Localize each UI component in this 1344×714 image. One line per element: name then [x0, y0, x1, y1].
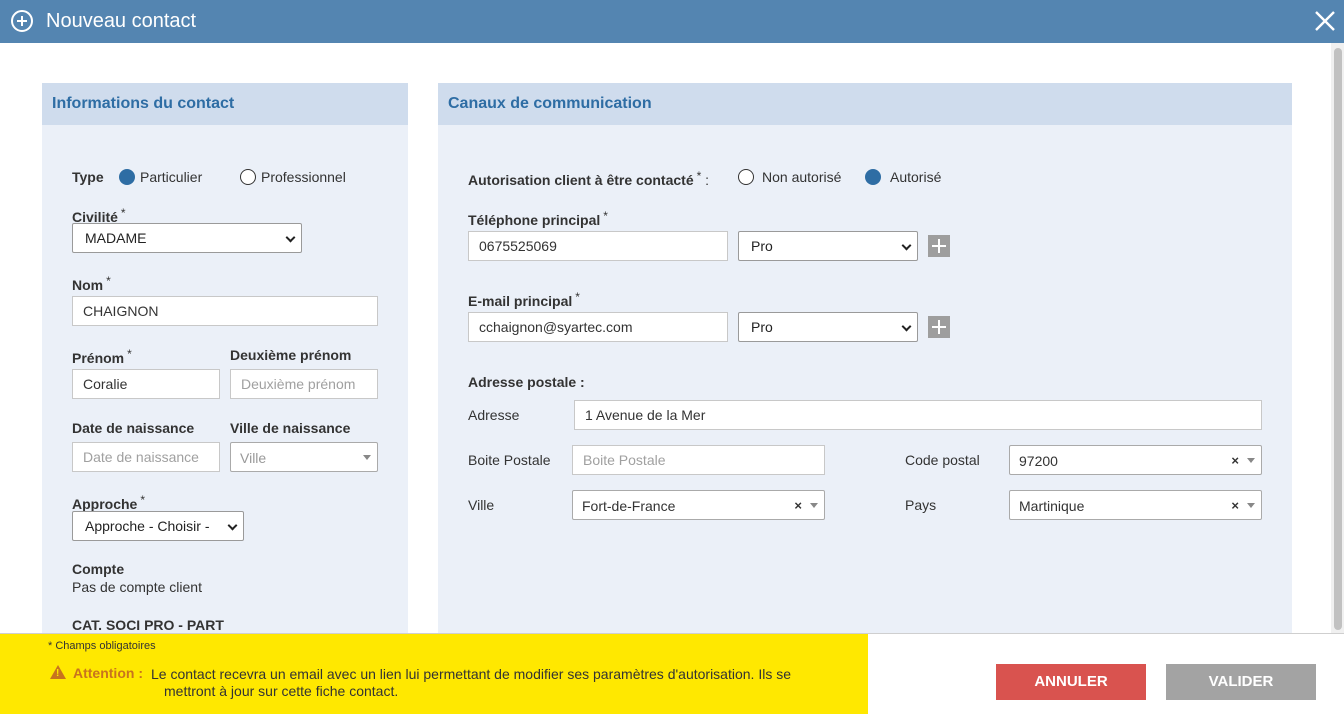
- deuxieme-prenom-label: Deuxième prénom: [230, 347, 352, 363]
- autorise-label: Autorisé: [890, 169, 942, 185]
- title-bar: Nouveau contact: [0, 0, 1344, 43]
- code-postal-label: Code postal: [905, 452, 980, 468]
- chevron-down-icon: [285, 232, 296, 243]
- chevron-down-icon: [901, 321, 912, 332]
- non-autorise-label: Non autorisé: [762, 169, 842, 185]
- warning-box: * Champs obligatoires ! Attention : Le c…: [0, 634, 868, 714]
- approche-select[interactable]: Approche - Choisir -: [72, 511, 244, 541]
- cancel-button[interactable]: ANNULER: [996, 664, 1146, 700]
- pays-label: Pays: [905, 497, 937, 513]
- type-particulier-radio[interactable]: [119, 169, 135, 185]
- warning-message-line2: mettront à jour sur cette fiche contact.: [164, 683, 399, 699]
- validate-button[interactable]: VALIDER: [1166, 664, 1316, 700]
- pays-select[interactable]: Martinique ×: [1009, 490, 1262, 520]
- ville-naissance-select[interactable]: Ville: [230, 442, 378, 472]
- caret-down-icon: [810, 503, 818, 508]
- adresse-postale-label: Adresse postale :: [468, 374, 585, 390]
- email-label: E-mail principal *: [468, 290, 580, 309]
- caret-down-icon: [1247, 503, 1255, 508]
- adresse-input[interactable]: 1 Avenue de la Mer: [574, 400, 1262, 430]
- type-particulier-label: Particulier: [140, 169, 203, 185]
- warning-icon: !: [50, 665, 66, 679]
- warning-label: Attention :: [73, 665, 143, 681]
- type-label: Type: [72, 169, 104, 185]
- code-postal-select[interactable]: 97200 ×: [1009, 445, 1262, 475]
- add-circle-icon: [11, 10, 33, 32]
- chevron-down-icon: [901, 240, 912, 251]
- adresse-label: Adresse: [468, 407, 520, 423]
- email-input[interactable]: cchaignon@syartec.com: [468, 312, 728, 342]
- clear-icon[interactable]: ×: [794, 498, 802, 513]
- autorisation-label: Autorisation client à être contacté * :: [468, 169, 710, 188]
- contact-info-panel: Informations du contact Type Particulier…: [42, 83, 408, 633]
- email-type-select[interactable]: Pro: [738, 312, 918, 342]
- add-telephone-button[interactable]: [928, 235, 950, 257]
- type-professionnel-label: Professionnel: [261, 169, 346, 185]
- approche-label: Approche *: [72, 493, 146, 512]
- boite-postale-input[interactable]: Boite Postale: [572, 445, 825, 475]
- type-professionnel-radio[interactable]: [240, 169, 256, 185]
- prenom-input[interactable]: Coralie: [72, 369, 220, 399]
- civilite-select[interactable]: MADAME: [72, 223, 302, 253]
- communication-header: Canaux de communication: [438, 83, 1292, 125]
- compte-label: Compte: [72, 561, 125, 577]
- clear-icon[interactable]: ×: [1231, 453, 1239, 468]
- caret-down-icon: [1247, 458, 1255, 463]
- communication-panel: Canaux de communication Autorisation cli…: [438, 83, 1292, 633]
- date-naissance-input[interactable]: Date de naissance: [72, 442, 220, 472]
- prenom-label: Prénom *: [72, 347, 132, 366]
- ville-select[interactable]: Fort-de-France ×: [572, 490, 825, 520]
- contact-info-header: Informations du contact: [42, 83, 408, 125]
- telephone-label: Téléphone principal *: [468, 209, 608, 228]
- non-autorise-radio[interactable]: [738, 169, 754, 185]
- autorise-radio[interactable]: [865, 169, 881, 185]
- clear-icon[interactable]: ×: [1231, 498, 1239, 513]
- window-title: Nouveau contact: [46, 10, 197, 32]
- ville-label: Ville: [468, 497, 495, 513]
- boite-postale-label: Boite Postale: [468, 452, 551, 468]
- cat-soci-pro-label: CAT. SOCI PRO - PART: [72, 617, 224, 633]
- date-naissance-label: Date de naissance: [72, 420, 195, 436]
- compte-value: Pas de compte client: [72, 579, 202, 595]
- close-icon[interactable]: [1313, 9, 1337, 33]
- required-note: * Champs obligatoires: [48, 640, 156, 652]
- telephone-type-select[interactable]: Pro: [738, 231, 918, 261]
- warning-message-line1: Le contact recevra un email avec un lien…: [151, 666, 791, 682]
- nom-input[interactable]: CHAIGNON: [72, 296, 378, 326]
- caret-down-icon: [363, 455, 371, 460]
- add-email-button[interactable]: [928, 316, 950, 338]
- nom-label: Nom *: [72, 274, 111, 293]
- scrollbar-thumb[interactable]: [1334, 48, 1342, 630]
- deuxieme-prenom-input[interactable]: Deuxième prénom: [230, 369, 378, 399]
- telephone-input[interactable]: 0675525069: [468, 231, 728, 261]
- ville-naissance-label: Ville de naissance: [230, 420, 351, 436]
- chevron-down-icon: [227, 520, 238, 531]
